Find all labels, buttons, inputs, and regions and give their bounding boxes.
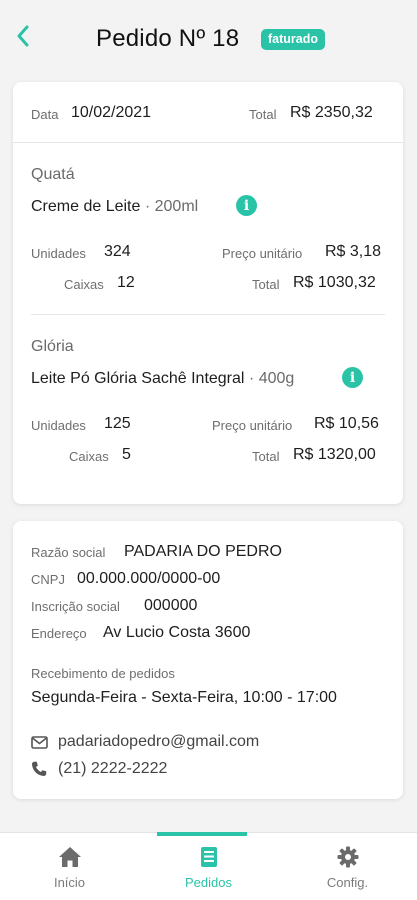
boxes-value: 5 <box>122 446 131 463</box>
boxes-value: 12 <box>117 274 135 291</box>
address-label: Endereço <box>31 626 87 641</box>
units-label: Unidades <box>31 246 86 261</box>
units-value: 125 <box>104 415 131 432</box>
item-brand: Glória <box>31 338 74 355</box>
nav-item-pedidos[interactable]: Pedidos <box>139 833 278 900</box>
home-icon <box>58 847 81 867</box>
unit-price-label: Preço unitário <box>222 246 303 261</box>
units-label: Unidades <box>31 418 86 433</box>
boxes-label: Caixas <box>64 277 104 292</box>
item-total-value: R$ 1320,00 <box>293 446 376 463</box>
nav-item-config[interactable]: Config. <box>278 833 417 900</box>
receiving-hours: Segunda-Feira - Sexta-Feira, 10:00 - 17:… <box>31 689 337 706</box>
cnpj-label: CNPJ <box>31 572 65 587</box>
item-product: Creme de Leite · 200ml <box>31 198 198 216</box>
company-label: Razão social <box>31 545 106 560</box>
item-size: · 400g <box>248 370 295 387</box>
divider <box>13 142 403 143</box>
item-product: Leite Pó Glória Sachê Integral · 400g <box>31 370 294 388</box>
order-date: 10/02/2021 <box>71 104 152 121</box>
unit-price-value: R$ 3,18 <box>325 243 382 260</box>
nav-label: Pedidos <box>185 875 232 890</box>
bottom-nav: Início Pedidos Config. <box>0 832 417 900</box>
item-product-name: Leite Pó Glória Sachê Integral <box>31 370 245 387</box>
order-total: R$ 2350,32 <box>290 104 373 121</box>
address-value: Av Lucio Costa 3600 <box>103 624 251 641</box>
company-name: PADARIA DO PEDRO <box>124 543 282 560</box>
unit-price-label: Preço unitário <box>212 418 293 433</box>
gear-icon <box>337 846 358 868</box>
info-icon[interactable]: i <box>236 195 257 216</box>
item-total-value: R$ 1030,32 <box>293 274 376 291</box>
header: Pedido Nº 18 faturado <box>0 0 417 80</box>
order-total-label: Total <box>249 107 277 122</box>
page-title: Pedido Nº 18 <box>96 25 240 52</box>
phone-icon <box>32 761 47 776</box>
item-total-label: Total <box>252 277 280 292</box>
cnpj-value: 00.000.000/0000-00 <box>77 570 221 587</box>
phone-link[interactable]: (21) 2222-2222 <box>58 760 167 778</box>
nav-item-inicio[interactable]: Início <box>0 833 139 900</box>
registration-value: 000000 <box>144 597 198 614</box>
back-button[interactable] <box>10 22 36 50</box>
boxes-label: Caixas <box>69 449 109 464</box>
email-link[interactable]: padariadopedro@gmail.com <box>58 733 259 751</box>
order-card: Data 10/02/2021 Total R$ 2350,32 Quatá C… <box>13 82 403 504</box>
info-icon[interactable]: i <box>342 367 363 388</box>
nav-label: Config. <box>326 875 369 890</box>
item-size: · 200ml <box>144 198 199 215</box>
item-total-label: Total <box>252 449 280 464</box>
units-value: 324 <box>104 243 131 260</box>
divider <box>31 314 385 315</box>
status-badge: faturado <box>261 29 325 50</box>
receiving-label: Recebimento de pedidos <box>31 666 175 681</box>
chevron-left-icon <box>17 25 29 47</box>
client-card: Razão social PADARIA DO PEDRO CNPJ 00.00… <box>13 521 403 799</box>
date-label: Data <box>31 107 59 122</box>
registration-label: Inscrição social <box>31 599 120 614</box>
item-brand: Quatá <box>31 166 75 183</box>
unit-price-value: R$ 10,56 <box>314 415 379 432</box>
mail-icon <box>31 736 48 749</box>
document-icon <box>200 847 217 867</box>
item-product-name: Creme de Leite <box>31 198 141 215</box>
nav-label: Início <box>53 875 86 890</box>
